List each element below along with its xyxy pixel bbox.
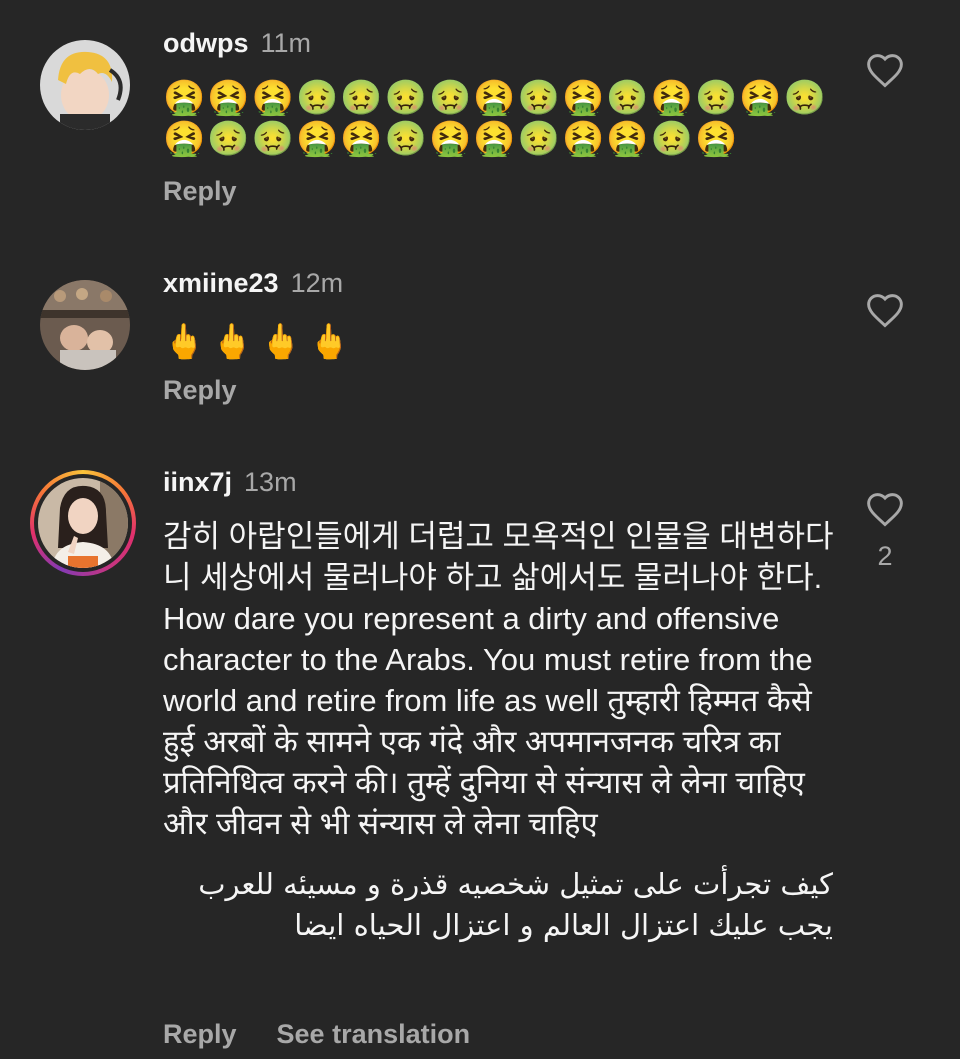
timestamp: 12m (290, 268, 344, 298)
avatar-story-ring[interactable] (30, 470, 136, 576)
like-button[interactable] (862, 292, 908, 328)
comment-emoji-line: 🤮🤮🤮🤢🤢🤢🤢🤮🤢🤮🤢🤮🤢🤮🤢 (163, 79, 829, 117)
avatar[interactable] (40, 280, 130, 370)
username[interactable]: iinx7j (163, 467, 232, 497)
heart-outline-icon (867, 54, 903, 88)
reply-button[interactable]: Reply (163, 375, 237, 405)
timestamp: 11m (260, 28, 312, 58)
avatar-image-photo (40, 280, 130, 370)
see-translation-button[interactable]: See translation (277, 1019, 471, 1049)
like-count: 2 (877, 541, 893, 571)
avatar-image-photo (38, 478, 128, 568)
reply-button[interactable]: Reply (163, 176, 237, 206)
comment-text-arabic: كيف تجرأت على تمثيل شخصيه قذرة و مسيئه ل… (198, 867, 833, 942)
comment-emoji-line: 🖕🖕🖕🖕 (163, 323, 357, 361)
heart-outline-icon (867, 493, 903, 527)
avatar[interactable] (40, 40, 130, 130)
comment-text: 감히 아랍인들에게 더럽고 모욕적인 인물을 대변하다니 세상에서 물러나야 하… (163, 519, 834, 841)
username[interactable]: odwps (163, 28, 249, 58)
comment-emoji-line: 🤮🤢🤢🤮🤮🤢🤮🤮🤢🤮🤮🤢🤮 (163, 120, 740, 158)
like-button[interactable]: 2 (862, 491, 908, 572)
avatar-image-anime (40, 40, 130, 130)
heart-outline-icon (867, 294, 903, 328)
like-button[interactable] (862, 52, 908, 88)
timestamp: 13m (244, 467, 297, 497)
reply-button[interactable]: Reply (163, 1019, 237, 1049)
username[interactable]: xmiine23 (163, 268, 279, 298)
